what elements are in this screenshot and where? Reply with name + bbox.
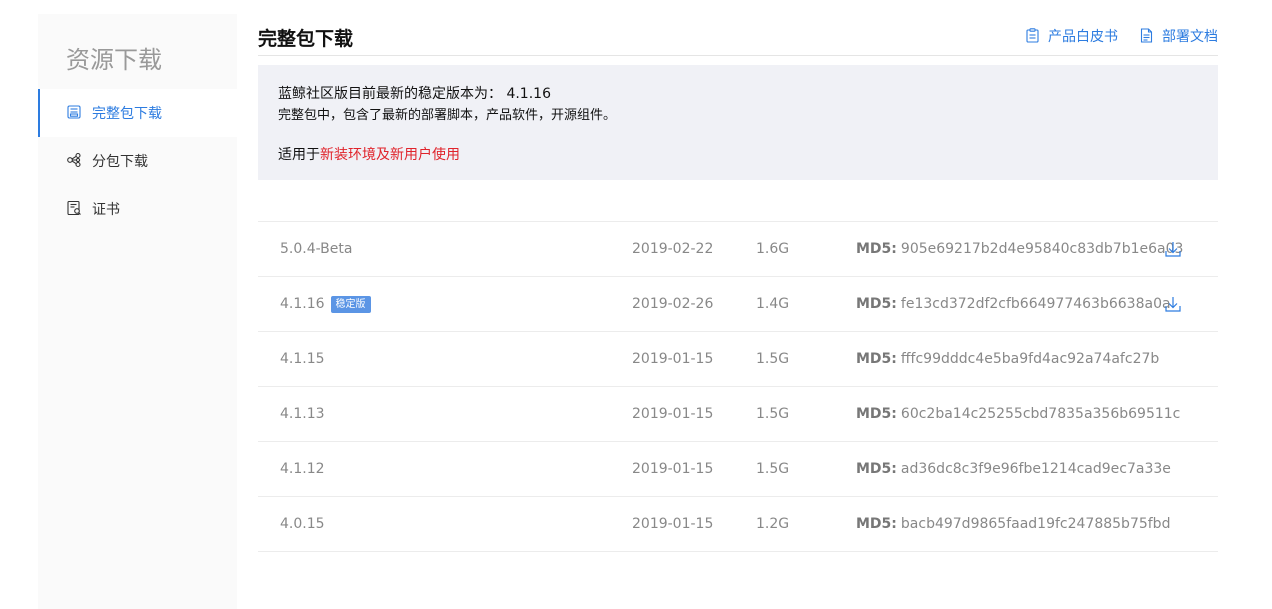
file-size: 1.6G: [756, 241, 790, 257]
md5-label: MD5:: [856, 296, 897, 312]
md5-cell: MD5: fe13cd372df2cfb664977463b6638a0a: [856, 277, 1171, 331]
md5-cell: MD5: fffc99dddc4e5ba9fd4ac92a74afc27b: [856, 332, 1159, 386]
title-divider: [258, 55, 1218, 56]
md5-value: 905e69217b2d4e95840c83db7b1e6a03: [900, 241, 1184, 257]
release-date: 2019-01-15: [632, 516, 714, 532]
file-size: 1.5G: [756, 461, 790, 477]
sidebar-item-sub-package[interactable]: 分包下载: [38, 137, 237, 185]
deploy-doc-link-label: 部署文档: [1162, 29, 1218, 45]
package-icon: [66, 104, 84, 122]
whitepaper-link-label: 产品白皮书: [1048, 29, 1118, 45]
md5-value: bacb497d9865faad19fc247885b75fbd: [900, 516, 1171, 532]
download-button[interactable]: [1164, 222, 1182, 276]
download-button[interactable]: [1164, 277, 1182, 331]
table-row: 4.1.15 2019-01-15 1.5G MD5: fffc99dddc4e5ba9…: [258, 331, 1218, 386]
version-cell: 4.1.12: [280, 442, 325, 496]
file-size: 1.5G: [756, 406, 790, 422]
release-date: 2019-01-15: [632, 406, 714, 422]
file-size: 1.2G: [756, 516, 790, 532]
sidebar-item-label: 完整包下载: [92, 106, 162, 122]
md5-label: MD5:: [856, 351, 897, 367]
md5-value: fe13cd372df2cfb664977463b6638a0a: [900, 296, 1171, 312]
certificate-icon: [66, 200, 84, 218]
md5-cell: MD5: 905e69217b2d4e95840c83db7b1e6a03: [856, 222, 1183, 276]
release-date: 2019-01-15: [632, 351, 714, 367]
download-icon: [1164, 240, 1182, 258]
clipboard-icon: [1026, 28, 1040, 44]
version-label: 4.1.13: [280, 406, 325, 422]
version-table: 5.0.4-Beta 2019-02-22 1.6G MD5: 905e69217b2d…: [258, 221, 1218, 552]
package-contents-line: 完整包中，包含了最新的部署脚本，产品软件，开源组件。: [278, 108, 617, 123]
release-date: 2019-02-26: [632, 296, 714, 312]
download-icon: [1164, 295, 1182, 313]
sidebar-title: 资源下载: [66, 46, 162, 74]
applicable-line: 适用于新装环境及新用户使用: [278, 144, 460, 164]
table-row: 4.1.13 2019-01-15 1.5G MD5: 60c2ba14c25255cb…: [258, 386, 1218, 441]
version-label: 4.0.15: [280, 516, 325, 532]
table-row: 4.0.15 2019-01-15 1.2G MD5: bacb497d9865faad…: [258, 496, 1218, 552]
md5-label: MD5:: [856, 516, 897, 532]
version-cell: 4.0.15: [280, 497, 325, 551]
md5-cell: MD5: ad36dc8c3f9e96fbe1214cad9ec7a33e: [856, 442, 1171, 496]
md5-value: ad36dc8c3f9e96fbe1214cad9ec7a33e: [900, 461, 1171, 477]
sidebar-item-label: 分包下载: [92, 154, 148, 170]
applicable-highlight: 新装环境及新用户使用: [320, 147, 460, 163]
file-size: 1.4G: [756, 296, 790, 312]
version-cell: 4.1.16 稳定版: [280, 277, 371, 331]
sidebar-item-full-package[interactable]: 完整包下载: [38, 89, 237, 137]
applicable-prefix: 适用于: [278, 147, 320, 163]
sidebar-item-label: 证书: [92, 202, 120, 218]
version-cell: 5.0.4-Beta: [280, 222, 352, 276]
version-label: 4.1.16: [280, 296, 325, 312]
whitepaper-link[interactable]: 产品白皮书: [1026, 26, 1118, 46]
release-date: 2019-01-15: [632, 461, 714, 477]
release-date: 2019-02-22: [632, 241, 714, 257]
md5-label: MD5:: [856, 461, 897, 477]
version-label: 5.0.4-Beta: [280, 241, 353, 257]
table-row: 5.0.4-Beta 2019-02-22 1.6G MD5: 905e69217b2d…: [258, 221, 1218, 276]
md5-cell: MD5: bacb497d9865faad19fc247885b75fbd: [856, 497, 1170, 551]
md5-label: MD5:: [856, 406, 897, 422]
md5-cell: MD5: 60c2ba14c25255cbd7835a356b69511c: [856, 387, 1180, 441]
file-size: 1.5G: [756, 351, 790, 367]
md5-value: fffc99dddc4e5ba9fd4ac92a74afc27b: [900, 351, 1160, 367]
deploy-doc-link[interactable]: 部署文档: [1140, 26, 1218, 46]
md5-value: 60c2ba14c25255cbd7835a356b69511c: [900, 406, 1181, 422]
stable-badge: 稳定版: [330, 295, 371, 313]
version-label: 4.1.12: [280, 461, 325, 477]
document-icon: [1140, 28, 1154, 44]
version-cell: 4.1.13: [280, 387, 325, 441]
md5-label: MD5:: [856, 241, 897, 257]
latest-version-prefix: 蓝鲸社区版目前最新的稳定版本为：: [278, 86, 502, 102]
version-label: 4.1.15: [280, 351, 325, 367]
latest-version-value: 4.1.16: [506, 86, 551, 102]
table-row: 4.1.16 稳定版 2019-02-26 1.4G MD5: fe13cd372df2c…: [258, 276, 1218, 331]
page-title: 完整包下载: [258, 28, 354, 50]
header-links: 产品白皮书 部署文档: [1026, 26, 1218, 46]
sidebar: 资源下载 完整包下载 分包下载 证书: [38, 14, 237, 609]
latest-version-line: 蓝鲸社区版目前最新的稳定版本为： 4.1.16: [278, 83, 551, 103]
share-nodes-icon: [66, 152, 84, 170]
sidebar-item-certificate[interactable]: 证书: [38, 185, 237, 233]
table-row: 4.1.12 2019-01-15 1.5G MD5: ad36dc8c3f9e96fb…: [258, 441, 1218, 496]
info-box: 蓝鲸社区版目前最新的稳定版本为： 4.1.16 完整包中，包含了最新的部署脚本，…: [258, 65, 1218, 180]
version-cell: 4.1.15: [280, 332, 325, 386]
